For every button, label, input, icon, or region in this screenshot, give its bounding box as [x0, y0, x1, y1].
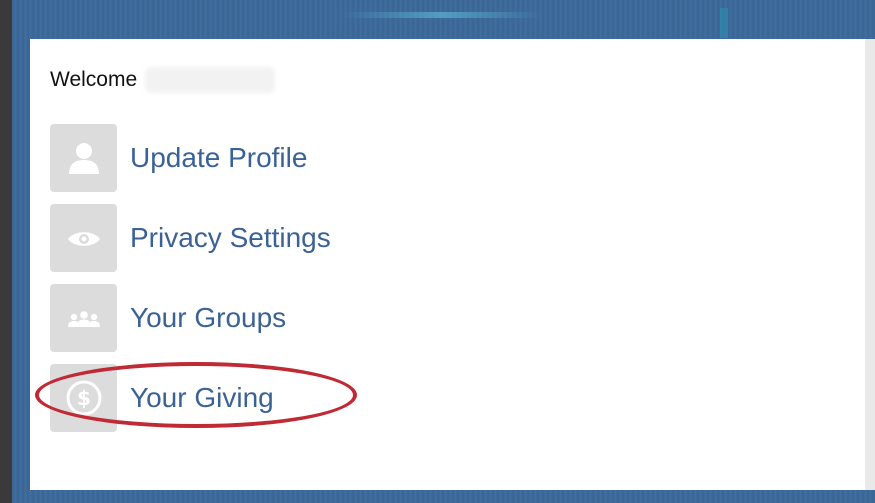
menu-item-label: Your Groups: [130, 302, 287, 333]
user-name-redacted: [145, 67, 276, 93]
update-profile-link[interactable]: Update Profile: [50, 123, 550, 193]
person-icon: [50, 124, 117, 192]
scrollbar-track[interactable]: [865, 39, 875, 490]
group-icon: [50, 284, 117, 352]
menu-item-label: Your Giving: [130, 382, 274, 413]
decorative-streak: [342, 12, 542, 18]
decorative-mark: [720, 8, 728, 38]
eye-icon: [50, 204, 117, 272]
dollar-coin-icon: $: [50, 364, 117, 432]
svg-text:$: $: [77, 386, 91, 410]
menu-item-label: Privacy Settings: [130, 222, 331, 253]
your-giving-link[interactable]: $ Your Giving: [50, 363, 550, 433]
welcome-label: Welcome: [50, 68, 138, 91]
your-groups-link[interactable]: Your Groups: [50, 283, 550, 353]
menu-item-label: Update Profile: [130, 142, 308, 173]
privacy-settings-link[interactable]: Privacy Settings: [50, 203, 550, 273]
welcome-row: Welcome: [50, 65, 276, 95]
account-menu-panel: Welcome Update Profile Privacy Settings: [30, 39, 865, 490]
